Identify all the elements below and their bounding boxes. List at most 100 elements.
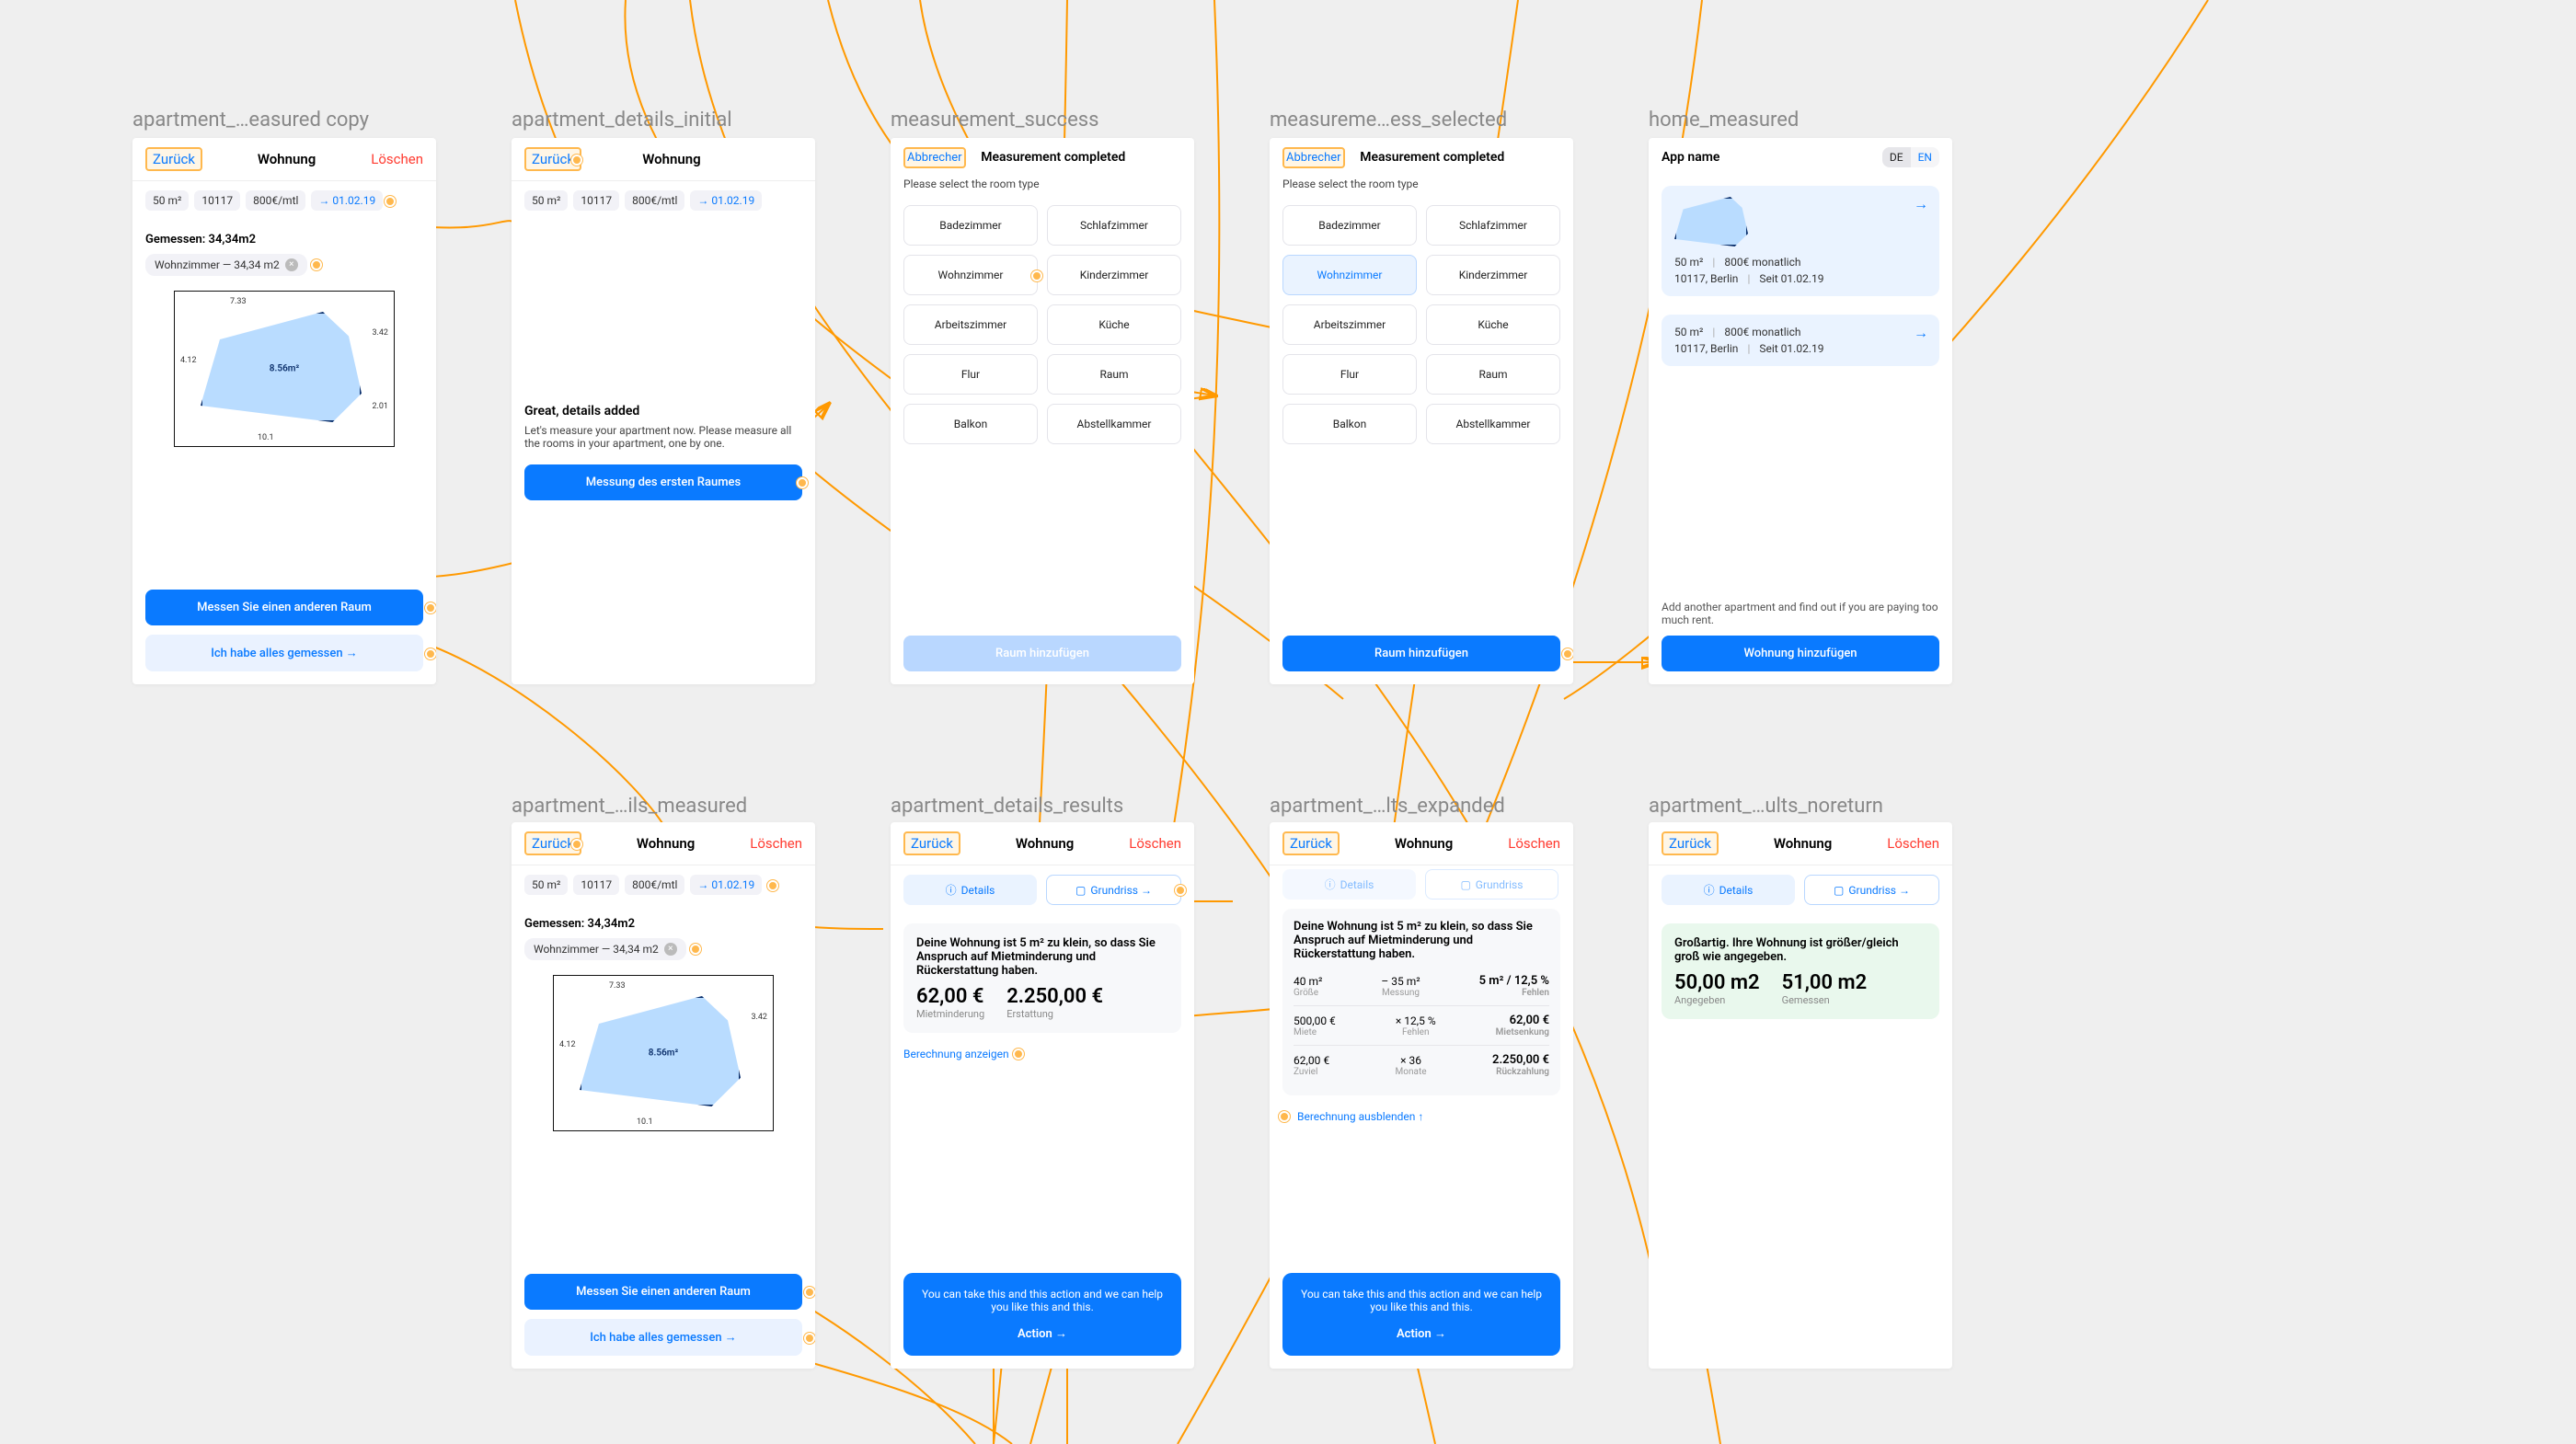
room-type-wohnzimmer-selected[interactable]: Wohnzimmer — [1282, 255, 1417, 295]
frame-apartment-results-expanded: Zurück Wohnung Löschen ⓘDetails ▢Grundri… — [1270, 822, 1573, 1369]
hotspot-icon — [571, 839, 582, 850]
room-type-flur[interactable]: Flur — [903, 354, 1038, 395]
lang-en[interactable]: EN — [1911, 147, 1939, 167]
navbar: Zurück Wohnung Löschen — [512, 822, 815, 865]
segment-grundriss[interactable]: ▢ Grundriss → — [1046, 875, 1181, 905]
segmented-control-scrolled: ⓘDetails ▢Grundriss — [1270, 865, 1573, 900]
chip-zip[interactable]: 10117 — [194, 190, 240, 211]
floorplan-icon: ▢ — [1834, 884, 1844, 897]
action-button[interactable]: Action → — [1297, 1326, 1546, 1341]
action-button[interactable]: Action → — [918, 1326, 1167, 1341]
show-calculation-link[interactable]: Berechnung anzeigen — [891, 1042, 1194, 1066]
delete-button[interactable]: Löschen — [1129, 835, 1181, 852]
chip-size[interactable]: 50 m² — [524, 190, 568, 211]
detail-chips: 50 m² 10117 800€/mtl → 01.02.19 — [512, 181, 815, 220]
room-type-kinderzimmer[interactable]: Kinderzimmer — [1047, 255, 1181, 295]
chip-zip[interactable]: 10117 — [573, 875, 619, 895]
hide-calculation-link[interactable]: Berechnung ausblenden ↑ — [1270, 1105, 1573, 1129]
hotspot-icon — [385, 196, 396, 207]
chip-rent[interactable]: 800€/mtl — [625, 190, 684, 211]
label-angegeben: Angegeben — [1674, 994, 1760, 1006]
chip-rent[interactable]: 800€/mtl — [625, 875, 684, 895]
room-type-schlafzimmer[interactable]: Schlafzimmer — [1047, 205, 1181, 246]
measure-another-button[interactable]: Messen Sie einen anderen Raum — [524, 1274, 802, 1310]
room-type-flur[interactable]: Flur — [1282, 354, 1417, 395]
frame-apartment-details-initial: Zurück Wohnung 50 m² 10117 800€/mtl → 01… — [512, 138, 815, 684]
floorplan-area-label: 8.56m² — [649, 1049, 678, 1059]
navbar: App name DE EN — [1649, 138, 1952, 177]
room-type-abstellkammer[interactable]: Abstellkammer — [1047, 404, 1181, 444]
page-title: Measurement completed — [981, 149, 1125, 166]
apartment-card[interactable]: → 50 m²|800€ monatlich 10117, Berlin|Sei… — [1662, 315, 1939, 366]
room-type-balkon[interactable]: Balkon — [1282, 404, 1417, 444]
hotspot-icon — [690, 944, 701, 955]
add-room-button-disabled: Raum hinzufügen — [903, 636, 1181, 671]
close-icon[interactable]: × — [664, 943, 677, 956]
room-type-schlafzimmer[interactable]: Schlafzimmer — [1426, 205, 1560, 246]
action-card[interactable]: You can take this and this action and we… — [903, 1273, 1181, 1356]
chip-date[interactable]: → 01.02.19 — [311, 190, 383, 211]
frame-label-6: apartment_…ils_measured — [512, 795, 747, 818]
action-card[interactable]: You can take this and this action and we… — [1282, 1273, 1560, 1356]
segment-details[interactable]: ⓘDetails — [1282, 869, 1416, 900]
apartment-card[interactable]: → 50 m²|800€ monatlich 10117, Berlin|Sei… — [1662, 186, 1939, 296]
room-type-raum[interactable]: Raum — [1047, 354, 1181, 395]
room-type-badezimmer[interactable]: Badezimmer — [1282, 205, 1417, 246]
navbar: Zurück Wohnung Löschen — [891, 822, 1194, 865]
back-button[interactable]: Zurück — [1282, 831, 1340, 855]
room-type-arbeitszimmer[interactable]: Arbeitszimmer — [903, 304, 1038, 345]
delete-button[interactable]: Löschen — [371, 151, 423, 167]
room-type-abstellkammer[interactable]: Abstellkammer — [1426, 404, 1560, 444]
segment-details[interactable]: ⓘ Details — [1662, 875, 1795, 905]
room-chip[interactable]: Wohnzimmer — 34,34 m2 × — [524, 938, 686, 960]
room-type-balkon[interactable]: Balkon — [903, 404, 1038, 444]
segment-grundriss[interactable]: ▢Grundriss — [1425, 869, 1558, 900]
lang-de[interactable]: DE — [1882, 147, 1911, 167]
chip-size[interactable]: 50 m² — [145, 190, 189, 211]
chip-date[interactable]: → 01.02.19 — [690, 190, 762, 211]
delete-button[interactable]: Löschen — [750, 835, 802, 852]
language-toggle[interactable]: DE EN — [1882, 147, 1939, 167]
value-mietminderung: 62,00 € — [916, 985, 984, 1008]
room-type-kueche[interactable]: Küche — [1047, 304, 1181, 345]
chip-size[interactable]: 50 m² — [524, 875, 568, 895]
room-type-kueche[interactable]: Küche — [1426, 304, 1560, 345]
done-measuring-button[interactable]: Ich habe alles gemessen → — [145, 635, 423, 671]
helper-text: Let's measure your apartment now. Please… — [524, 424, 802, 450]
results-summary-positive: Großartig. Ihre Wohnung ist größer/gleic… — [1662, 923, 1939, 1019]
segment-details[interactable]: ⓘ Details — [903, 875, 1037, 905]
cancel-button[interactable]: Abbrecher — [1282, 147, 1345, 168]
room-type-arbeitszimmer[interactable]: Arbeitszimmer — [1282, 304, 1417, 345]
room-type-kinderzimmer[interactable]: Kinderzimmer — [1426, 255, 1560, 295]
segment-grundriss[interactable]: ▢ Grundriss → — [1804, 875, 1939, 905]
frame-label-4: measureme…ess_selected — [1270, 109, 1507, 132]
back-button[interactable]: Zurück — [1662, 831, 1719, 855]
back-button[interactable]: Zurück — [903, 831, 960, 855]
room-chip[interactable]: Wohnzimmer — 34,34 m2 × — [145, 254, 307, 276]
navbar: Zurück Wohnung Löschen — [132, 138, 436, 181]
segmented-control: ⓘ Details ▢ Grundriss → — [1649, 865, 1952, 914]
start-measure-button[interactable]: Messung des ersten Raumes — [524, 464, 802, 500]
cancel-button[interactable]: Abbrecher — [903, 147, 966, 168]
add-room-button[interactable]: Raum hinzufügen — [1282, 636, 1560, 671]
delete-button[interactable]: Löschen — [1887, 835, 1939, 852]
hotspot-icon — [804, 1287, 815, 1298]
room-type-wohnzimmer[interactable]: Wohnzimmer — [903, 255, 1038, 295]
back-button[interactable]: Zurück — [145, 147, 202, 171]
navbar: Abbrecher Measurement completed — [891, 138, 1194, 178]
room-type-raum[interactable]: Raum — [1426, 354, 1560, 395]
measure-another-button[interactable]: Messen Sie einen anderen Raum — [145, 590, 423, 625]
delete-button[interactable]: Löschen — [1508, 835, 1560, 852]
floorplan-icon: ▢ — [1075, 884, 1086, 897]
room-type-badezimmer[interactable]: Badezimmer — [903, 205, 1038, 246]
add-apartment-button[interactable]: Wohnung hinzufügen — [1662, 636, 1939, 671]
close-icon[interactable]: × — [285, 258, 298, 271]
page-title: Wohnung — [258, 151, 316, 167]
hotspot-icon — [425, 602, 436, 613]
frame-label-7: apartment_details_results — [891, 795, 1123, 818]
chip-rent[interactable]: 800€/mtl — [246, 190, 305, 211]
navbar: Zurück Wohnung — [512, 138, 815, 181]
done-measuring-button[interactable]: Ich habe alles gemessen → — [524, 1319, 802, 1356]
chip-date[interactable]: → 01.02.19 — [690, 875, 762, 895]
chip-zip[interactable]: 10117 — [573, 190, 619, 211]
